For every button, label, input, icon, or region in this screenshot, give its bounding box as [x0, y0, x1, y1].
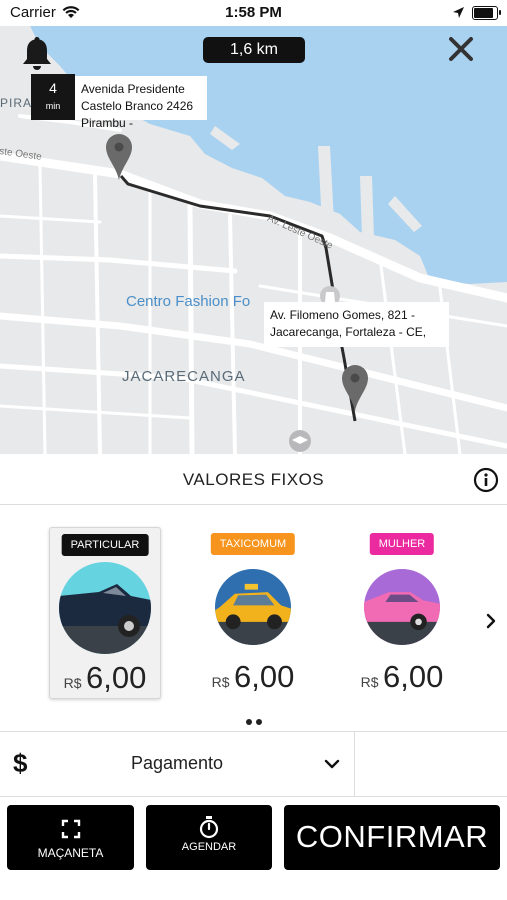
vehicle-badge: MULHER [369, 533, 435, 555]
vehicle-price: R$ 6,00 [50, 660, 160, 696]
car-taxi-icon [215, 569, 291, 645]
confirm-button[interactable]: CONFIRMAR [284, 805, 500, 870]
eta-value: 4 [49, 80, 57, 96]
divider [354, 732, 355, 796]
section-title: VALORES FIXOS [182, 470, 325, 489]
distance-pill: 1,6 km [203, 37, 305, 63]
price-value: 6,00 [86, 660, 147, 695]
agendar-label: AGENDAR [181, 841, 237, 853]
car-mulher-icon [364, 569, 440, 645]
vehicle-price: R$ 6,00 [197, 659, 309, 695]
battery-icon [472, 6, 501, 20]
chevron-right-icon[interactable] [482, 610, 500, 632]
vehicle-price: R$ 6,00 [346, 659, 458, 695]
price-value: 6,00 [383, 659, 444, 694]
currency: R$ [211, 674, 230, 690]
page-dot [255, 719, 262, 725]
macaneta-label: MAÇANETA [37, 846, 104, 860]
confirm-label: CONFIRMAR [295, 819, 489, 854]
price-value: 6,00 [234, 659, 295, 694]
bell-icon[interactable] [18, 34, 56, 72]
eta-unit: min [45, 101, 61, 111]
stopwatch-icon [199, 816, 219, 839]
map-label-poi: Centro Fashion Fo [126, 293, 251, 310]
agendar-button[interactable]: AGENDAR [146, 805, 272, 870]
page-dot [245, 719, 252, 725]
vehicle-badge: PARTICULAR [61, 534, 149, 556]
macaneta-button[interactable]: MAÇANETA [7, 805, 134, 870]
currency: R$ [63, 675, 82, 691]
expand-icon [61, 819, 81, 839]
chevron-down-icon[interactable] [322, 754, 342, 774]
payment-row[interactable]: $ Pagamento [0, 731, 507, 797]
payment-select[interactable]: Pagamento [0, 753, 354, 774]
currency: R$ [360, 674, 379, 690]
location-arrow-icon [453, 7, 464, 18]
status-bar: Carrier 1:58 PM [0, 0, 507, 26]
vehicle-badge: TAXICOMUM [210, 533, 296, 555]
close-icon[interactable] [446, 34, 476, 64]
vehicle-card-taxicomum[interactable]: TAXICOMUM R$ 6,00 [197, 527, 309, 699]
map-label-district: JACARECANGA [122, 368, 246, 385]
clock: 1:58 PM [225, 4, 282, 21]
map-label-district-2: PIRA [0, 96, 33, 110]
page-indicator [0, 712, 507, 730]
car-particular-icon [59, 562, 151, 654]
fixed-prices-header: VALORES FIXOS [0, 454, 507, 505]
eta-badge: 4 min [31, 74, 75, 120]
vehicle-card-particular[interactable]: PARTICULAR R$ 6,00 [49, 527, 161, 699]
info-icon[interactable] [473, 467, 499, 493]
origin-address-callout: Avenida Presidente Castelo Branco 2426 P… [75, 76, 207, 130]
vehicle-card-mulher[interactable]: MULHER R$ 6,00 [346, 527, 458, 699]
destination-address-callout: Av. Filomeno Gomes, 821 - Jacarecanga, F… [264, 302, 449, 347]
